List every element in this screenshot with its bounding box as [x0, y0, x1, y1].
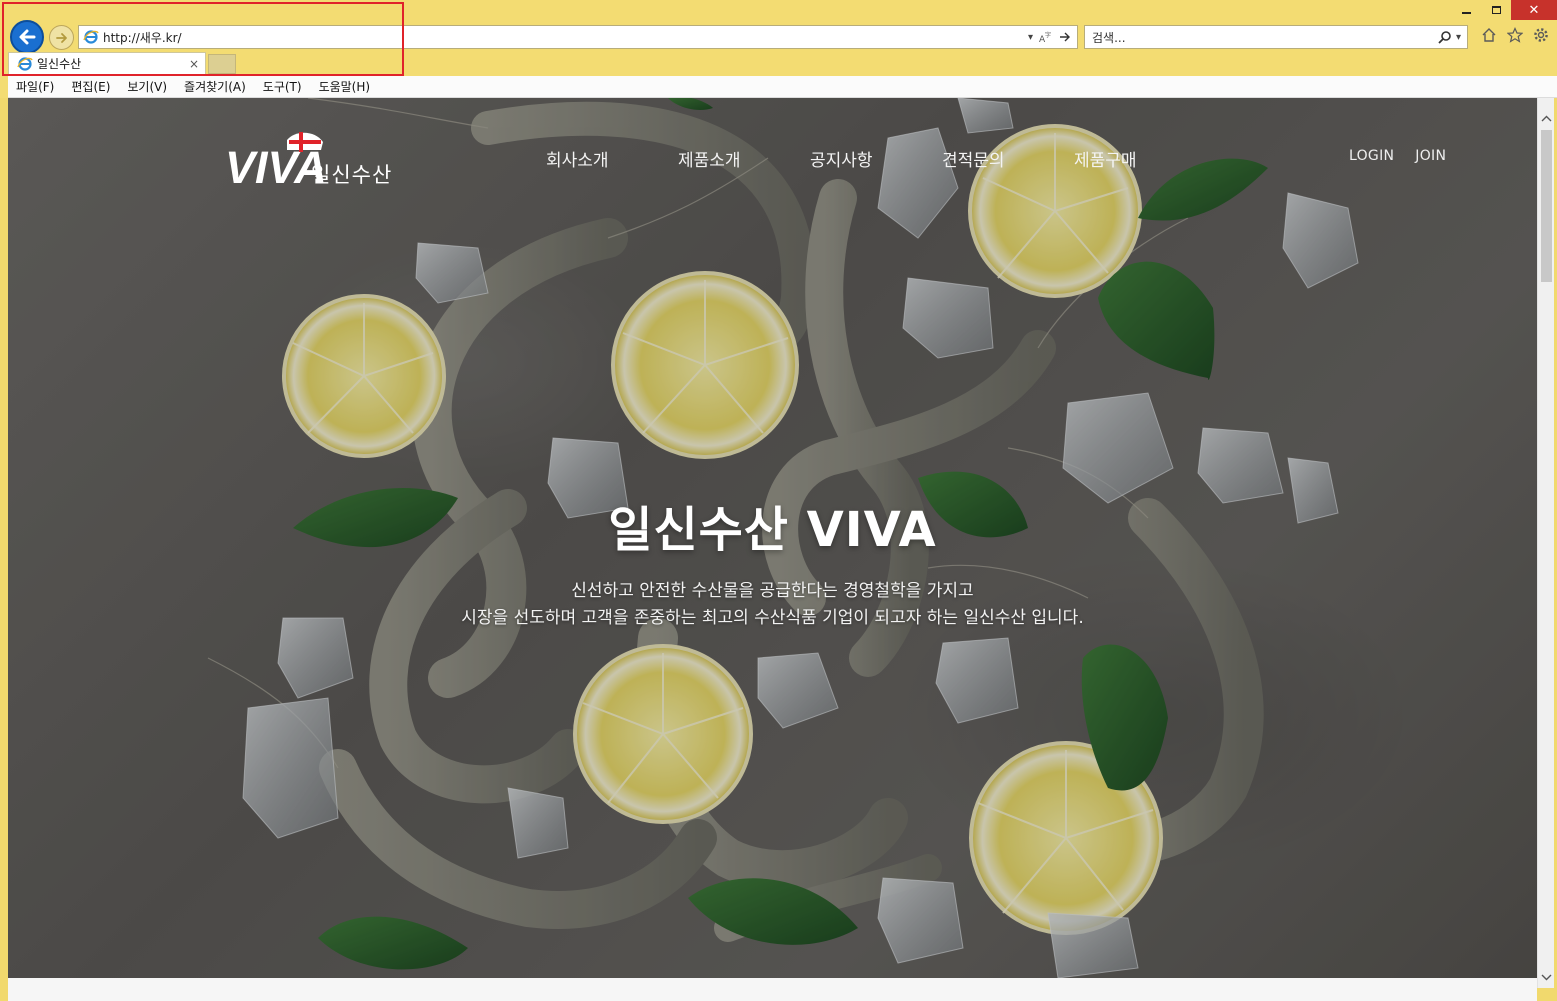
web-page: VIVA 일신수산 회사소개 제품소개 공지사항 견적문의 제품구매 LOGIN…	[8, 98, 1537, 978]
hero-description: 신선하고 안전한 수산물을 공급한다는 경영철학을 가지고 시장을 선도하며 고…	[8, 578, 1537, 632]
tab-ie-icon	[17, 56, 33, 71]
menu-edit[interactable]: 편집(E)	[71, 78, 110, 95]
hero-description-line-1: 신선하고 안전한 수산물을 공급한다는 경영철학을 가지고	[571, 581, 974, 601]
arrow-left-icon	[19, 29, 36, 45]
browser-chrome: ✕ http://새우.kr/ ▾ A 字 검색... ▾ 일신수산 × 파일(…	[0, 0, 1557, 98]
auth-links: LOGIN JOIN	[1349, 148, 1446, 164]
chevron-down-icon	[1541, 974, 1552, 981]
minimize-icon	[1461, 12, 1471, 14]
favorites-star-icon[interactable]	[1506, 26, 1523, 43]
browser-tab-active[interactable]: 일신수산 ×	[8, 52, 206, 74]
compatibility-icon[interactable]: A 字	[1039, 31, 1053, 43]
menu-bar: 파일(F) 편집(E) 보기(V) 즐겨찾기(A) 도구(T) 도움말(H)	[8, 76, 1557, 98]
new-tab-button[interactable]	[208, 54, 236, 74]
settings-gear-icon[interactable]	[1532, 26, 1549, 43]
address-tools: ▾ A 字	[1028, 31, 1077, 43]
login-link[interactable]: LOGIN	[1349, 148, 1394, 164]
address-bar[interactable]: http://새우.kr/ ▾ A 字	[78, 25, 1078, 49]
search-box[interactable]: 검색... ▾	[1084, 25, 1468, 49]
go-arrow-icon[interactable]	[1059, 32, 1071, 42]
menu-help[interactable]: 도움말(H)	[319, 78, 371, 95]
search-input[interactable]: 검색...	[1092, 29, 1438, 46]
close-icon: ✕	[1528, 2, 1540, 18]
vertical-scrollbar[interactable]	[1537, 98, 1554, 988]
nav-item-quote[interactable]: 견적문의	[942, 146, 1074, 171]
forward-button[interactable]	[49, 25, 74, 50]
svg-text:字: 字	[1045, 31, 1051, 39]
window-controls: ✕	[1451, 0, 1557, 20]
site-navigation: 회사소개 제품소개 공지사항 견적문의 제품구매	[546, 146, 1206, 171]
logo-text: 일신수산	[311, 163, 393, 187]
menu-view[interactable]: 보기(V)	[127, 78, 167, 95]
menu-favorites[interactable]: 즐겨찾기(A)	[184, 78, 246, 95]
home-icon[interactable]	[1480, 26, 1497, 43]
address-input[interactable]: http://새우.kr/	[103, 29, 1028, 46]
scroll-thumb[interactable]	[1541, 130, 1552, 282]
tab-title: 일신수산	[37, 57, 82, 71]
nav-item-notice[interactable]: 공지사항	[810, 146, 942, 171]
back-button[interactable]	[10, 20, 44, 54]
logo-flag-icon	[287, 132, 323, 152]
menu-tools[interactable]: 도구(T)	[263, 78, 302, 95]
hero-description-line-2: 시장을 선도하며 고객을 존중하는 최고의 수산식품 기업이 되고자 하는 일신…	[461, 608, 1084, 628]
maximize-icon	[1491, 6, 1501, 14]
nav-item-products[interactable]: 제품소개	[678, 146, 810, 171]
nav-item-purchase[interactable]: 제품구매	[1074, 146, 1206, 171]
join-link[interactable]: JOIN	[1415, 148, 1446, 164]
hero-title: 일신수산 VIVA	[608, 502, 937, 558]
ie-page-icon	[83, 30, 99, 44]
arrow-right-icon	[55, 32, 67, 43]
search-dropdown-icon[interactable]: ▾	[1456, 32, 1461, 43]
scroll-down-button[interactable]	[1538, 969, 1555, 986]
nav-item-company[interactable]: 회사소개	[546, 146, 678, 171]
search-icon[interactable]	[1438, 30, 1452, 44]
chevron-up-icon	[1541, 115, 1552, 122]
page-bottom-area	[8, 978, 1537, 1001]
address-dropdown-icon[interactable]: ▾	[1028, 32, 1033, 43]
maximize-button[interactable]	[1481, 0, 1511, 20]
minimize-button[interactable]	[1451, 0, 1481, 20]
menu-file[interactable]: 파일(F)	[16, 78, 54, 95]
tab-close-button[interactable]: ×	[187, 57, 201, 71]
scroll-up-button[interactable]	[1538, 110, 1555, 127]
close-window-button[interactable]: ✕	[1511, 0, 1557, 20]
browser-toolbar	[1480, 26, 1549, 43]
search-tools: ▾	[1438, 30, 1467, 44]
